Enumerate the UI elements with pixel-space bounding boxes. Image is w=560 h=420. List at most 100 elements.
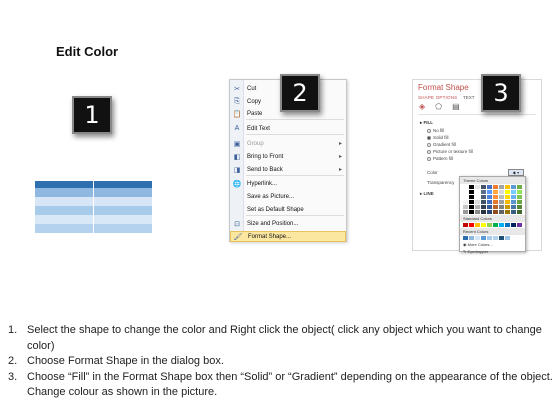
color-swatch[interactable] [511,210,516,214]
color-swatch[interactable] [475,185,480,189]
size-icon[interactable]: ▤ [452,102,460,111]
more-colors-link[interactable]: ◉ More Colors... [460,241,525,248]
color-swatch[interactable] [517,223,522,227]
color-swatch[interactable] [505,200,510,204]
color-swatch[interactable] [517,210,522,214]
color-swatch[interactable] [493,236,498,240]
menu-item-save-as-picture[interactable]: Save as Picture... [230,191,346,202]
fill-section-header[interactable]: ▸ FILL [420,120,433,126]
color-swatch[interactable] [499,236,504,240]
color-swatch[interactable] [493,210,498,214]
color-swatch[interactable] [493,195,498,199]
tab-shape-options[interactable]: SHAPE OPTIONS [418,95,457,100]
color-swatch[interactable] [463,190,468,194]
color-swatch[interactable] [481,236,486,240]
color-swatch[interactable] [505,210,510,214]
color-swatch[interactable] [505,205,510,209]
color-swatch[interactable] [469,223,474,227]
color-swatch[interactable] [487,190,492,194]
pentagon-icon[interactable]: ⬠ [435,102,442,111]
color-swatch[interactable] [463,236,468,240]
menu-item-send-to-back[interactable]: ◨ Send to Back ▸ [230,164,346,175]
color-swatch[interactable] [511,223,516,227]
color-swatch[interactable] [469,210,474,214]
menu-item-format-shape[interactable]: 🖌 Format Shape... [230,231,346,242]
color-swatch[interactable] [475,223,480,227]
color-swatch[interactable] [493,190,498,194]
color-swatch[interactable] [469,190,474,194]
color-swatch[interactable] [505,236,510,240]
color-swatch[interactable] [475,195,480,199]
color-swatch[interactable] [493,205,498,209]
color-swatch[interactable] [481,205,486,209]
color-swatch[interactable] [469,185,474,189]
color-swatch[interactable] [463,205,468,209]
fill-option-radio[interactable]: Gradient fill [427,142,456,147]
color-swatch[interactable] [469,205,474,209]
color-swatch[interactable] [475,190,480,194]
color-swatch[interactable] [505,185,510,189]
color-swatch[interactable] [517,195,522,199]
color-swatch[interactable] [463,210,468,214]
color-swatch[interactable] [463,200,468,204]
color-swatch[interactable] [505,190,510,194]
tab-text[interactable]: TEXT [463,95,475,100]
color-swatch[interactable] [493,223,498,227]
color-swatch[interactable] [481,190,486,194]
fill-line-icon[interactable]: ◈ [419,102,425,111]
color-swatch[interactable] [487,210,492,214]
color-swatch[interactable] [481,223,486,227]
color-swatch[interactable] [475,236,480,240]
color-swatch[interactable] [493,200,498,204]
color-swatch[interactable] [505,223,510,227]
color-swatch[interactable] [499,185,504,189]
color-swatch[interactable] [499,223,504,227]
color-swatch[interactable] [481,200,486,204]
menu-item-set-as-default-shape[interactable]: Set as Default Shape [230,204,346,215]
color-swatch[interactable] [481,195,486,199]
color-swatch[interactable] [499,210,504,214]
fill-option-radio[interactable]: Picture or texture fill [427,149,473,154]
color-swatch[interactable] [517,185,522,189]
color-swatch[interactable] [475,205,480,209]
color-swatch[interactable] [463,185,468,189]
line-section-header[interactable]: ▸ LINE [420,191,434,197]
color-swatch[interactable] [499,190,504,194]
menu-item-group[interactable]: ▣ Group ▸ [230,138,346,149]
color-swatch[interactable] [499,205,504,209]
color-swatch[interactable] [487,195,492,199]
color-swatch[interactable] [493,185,498,189]
color-swatch[interactable] [487,236,492,240]
color-swatch[interactable] [511,205,516,209]
color-swatch[interactable] [469,195,474,199]
color-swatch[interactable] [475,210,480,214]
menu-item-bring-to-front[interactable]: ◧ Bring to Front ▸ [230,151,346,162]
color-picker-button[interactable]: ◆ ▾ [508,169,524,176]
color-swatch[interactable] [517,190,522,194]
fill-option-radio[interactable]: Solid fill [427,135,449,140]
color-swatch[interactable] [517,200,522,204]
color-swatch[interactable] [463,195,468,199]
color-swatch[interactable] [487,200,492,204]
color-swatch[interactable] [487,223,492,227]
eyedropper-link[interactable]: ✎ Eyedropper [460,248,525,255]
color-swatch[interactable] [499,195,504,199]
theme-color-grid[interactable] [460,184,525,215]
menu-item-hyperlink[interactable]: 🌐 Hyperlink... [230,178,346,189]
color-swatch[interactable] [463,223,468,227]
color-swatch[interactable] [469,236,474,240]
color-swatch[interactable] [505,195,510,199]
color-swatch[interactable] [511,190,516,194]
color-swatch[interactable] [487,185,492,189]
menu-item-edit-text[interactable]: A Edit Text [230,123,346,134]
menu-item-size-and-position[interactable]: ⊡ Size and Position... [230,218,346,229]
sample-table-shape[interactable] [35,181,152,233]
color-swatch[interactable] [511,185,516,189]
color-swatch[interactable] [475,200,480,204]
color-swatch[interactable] [511,195,516,199]
color-swatch[interactable] [481,185,486,189]
color-swatch[interactable] [481,210,486,214]
color-swatch[interactable] [511,200,516,204]
color-swatch[interactable] [469,200,474,204]
color-swatch[interactable] [487,205,492,209]
